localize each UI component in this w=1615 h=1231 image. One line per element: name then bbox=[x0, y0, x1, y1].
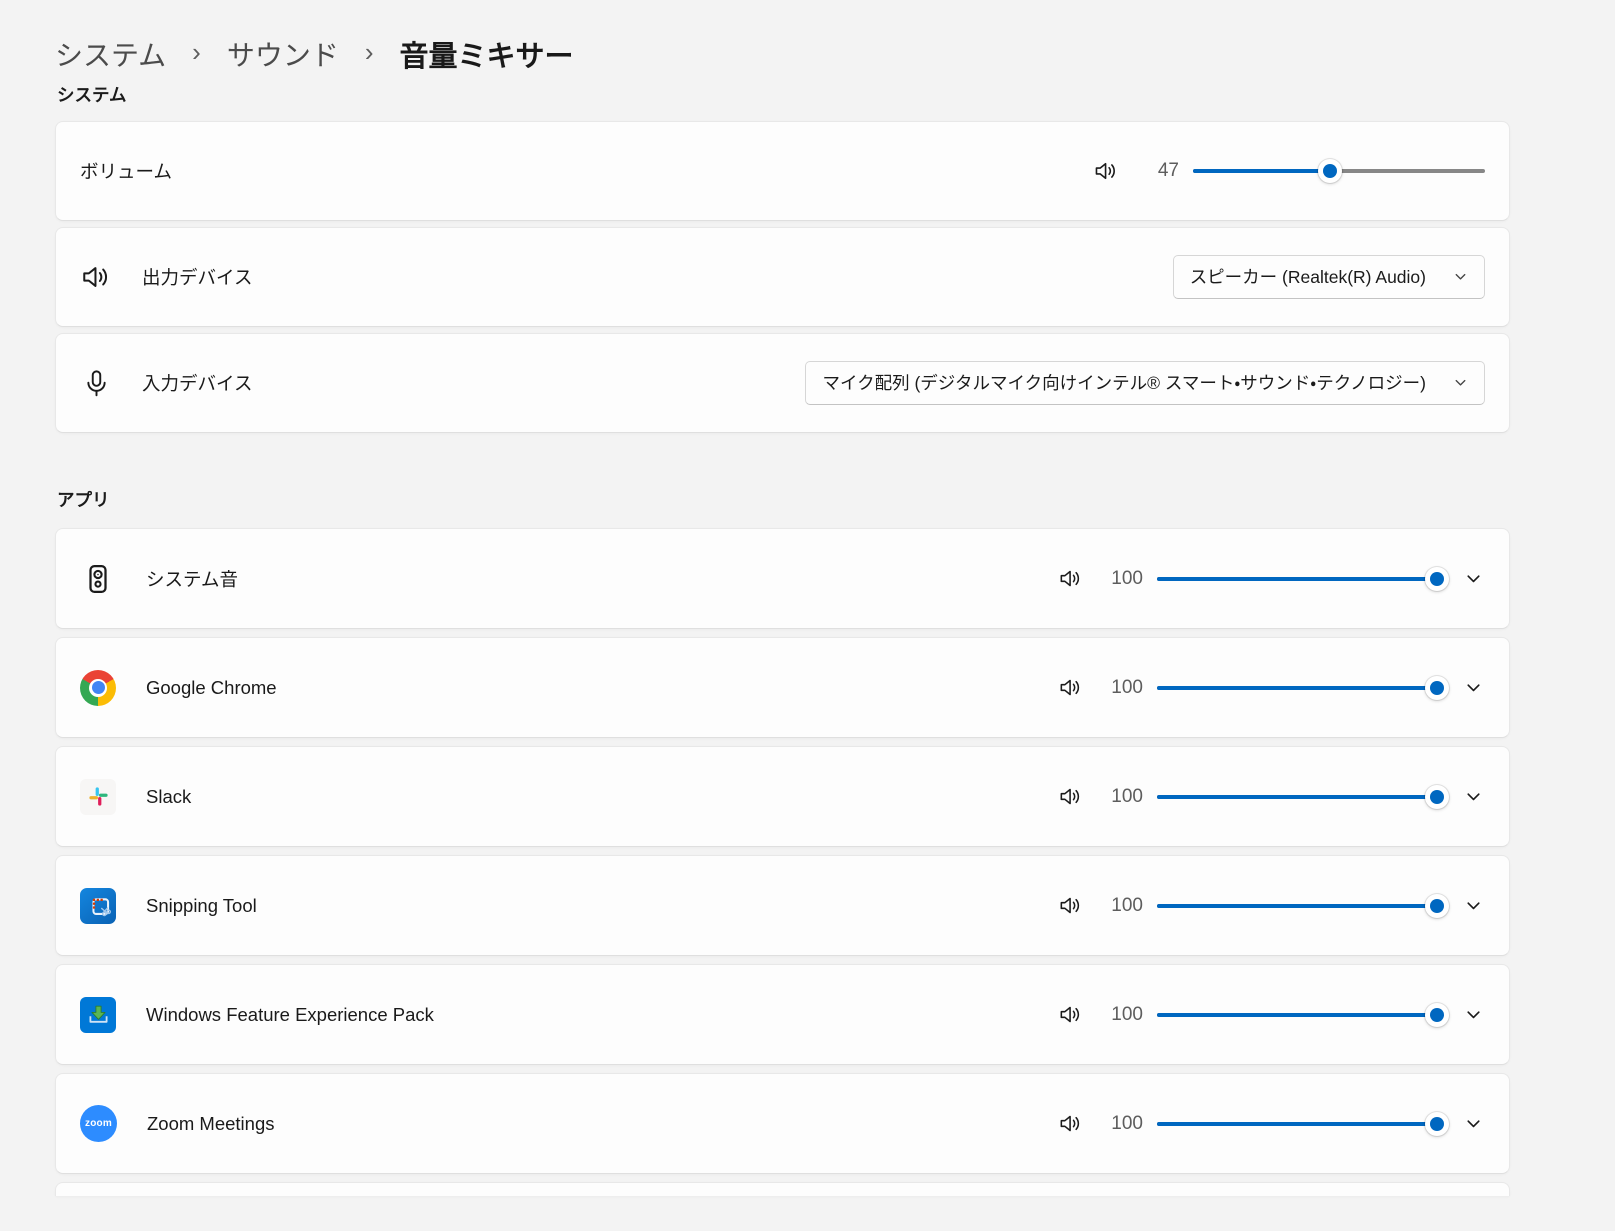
app-volume-value: 100 bbox=[1105, 677, 1143, 699]
slider-fill bbox=[1157, 795, 1437, 799]
volume-label: ボリューム bbox=[80, 158, 172, 184]
expand-chevron-down-icon[interactable] bbox=[1461, 676, 1485, 700]
speaker-icon[interactable] bbox=[1057, 1111, 1083, 1137]
app-name: Snipping Tool bbox=[146, 895, 257, 917]
speaker-icon[interactable] bbox=[1093, 158, 1119, 184]
settings-volume-mixer-page: システム › サウンド › 音量ミキサー システム ボリューム 47 bbox=[55, 0, 1510, 1196]
section-title-system: システム bbox=[57, 82, 1510, 107]
zoom-logo-text: zoom bbox=[85, 1118, 112, 1129]
system-volume-card: ボリューム 47 bbox=[55, 121, 1510, 221]
expand-chevron-down-icon[interactable] bbox=[1461, 894, 1485, 918]
app-name: Windows Feature Experience Pack bbox=[146, 1004, 434, 1026]
slider-fill bbox=[1157, 686, 1437, 690]
input-device-dropdown[interactable]: マイク配列 (デジタルマイク向けインテル® スマート・サウンド・テクノロジー) bbox=[805, 361, 1485, 405]
system-sounds-icon bbox=[80, 561, 116, 597]
app-volume-slider[interactable] bbox=[1157, 673, 1437, 703]
app-name: Google Chrome bbox=[146, 677, 277, 699]
system-volume-slider[interactable] bbox=[1193, 156, 1485, 186]
app-name: システム音 bbox=[146, 566, 238, 592]
slider-thumb[interactable] bbox=[1425, 1112, 1449, 1136]
breadcrumb-system[interactable]: システム bbox=[55, 34, 166, 74]
app-row-zoom-meetings: zoom Zoom Meetings 100 bbox=[55, 1073, 1510, 1174]
speaker-icon[interactable] bbox=[1057, 1002, 1083, 1028]
speaker-icon[interactable] bbox=[1057, 566, 1083, 592]
slider-thumb[interactable] bbox=[1425, 567, 1449, 591]
expand-chevron-down-icon[interactable] bbox=[1461, 785, 1485, 809]
slider-fill bbox=[1193, 169, 1330, 173]
chevron-down-icon bbox=[1452, 374, 1469, 391]
volume-value: 47 bbox=[1141, 160, 1179, 182]
app-row-windows-feature-experience-pack: Windows Feature Experience Pack 100 bbox=[55, 964, 1510, 1065]
slider-thumb[interactable] bbox=[1318, 159, 1342, 183]
app-volume-value: 100 bbox=[1105, 895, 1143, 917]
slider-thumb[interactable] bbox=[1425, 1003, 1449, 1027]
expand-chevron-down-icon[interactable] bbox=[1461, 567, 1485, 591]
app-row-system-sounds: システム音 100 bbox=[55, 528, 1510, 629]
expand-chevron-down-icon[interactable] bbox=[1461, 1112, 1485, 1136]
output-device-card: 出力デバイス スピーカー (Realtek(R) Audio) bbox=[55, 227, 1510, 327]
output-device-label: 出力デバイス bbox=[142, 264, 252, 290]
breadcrumb-separator-icon: › bbox=[192, 37, 201, 68]
slider-fill bbox=[1157, 1122, 1437, 1126]
app-name: Zoom Meetings bbox=[147, 1113, 275, 1135]
chrome-icon bbox=[80, 670, 116, 706]
speaker-icon[interactable] bbox=[1057, 675, 1083, 701]
app-row-snipping-tool: Snipping Tool 100 bbox=[55, 855, 1510, 956]
zoom-meetings-icon: zoom bbox=[80, 1105, 117, 1142]
expand-chevron-down-icon[interactable] bbox=[1461, 1003, 1485, 1027]
windows-feature-experience-pack-icon bbox=[80, 997, 116, 1033]
app-volume-value: 100 bbox=[1105, 1004, 1143, 1026]
app-name: Slack bbox=[146, 786, 191, 808]
app-volume-slider[interactable] bbox=[1157, 1109, 1437, 1139]
snipping-tool-icon bbox=[80, 888, 116, 924]
breadcrumb-separator-icon: › bbox=[365, 37, 374, 68]
slider-thumb[interactable] bbox=[1425, 676, 1449, 700]
output-device-dropdown[interactable]: スピーカー (Realtek(R) Audio) bbox=[1173, 255, 1485, 299]
app-volume-slider[interactable] bbox=[1157, 1000, 1437, 1030]
slack-icon bbox=[80, 779, 116, 815]
section-title-apps: アプリ bbox=[57, 487, 1510, 512]
input-device-label: 入力デバイス bbox=[142, 370, 252, 396]
app-volume-slider[interactable] bbox=[1157, 564, 1437, 594]
app-volume-value: 100 bbox=[1105, 1113, 1143, 1135]
slider-thumb[interactable] bbox=[1425, 785, 1449, 809]
app-volume-slider[interactable] bbox=[1157, 782, 1437, 812]
slider-fill bbox=[1157, 1013, 1437, 1017]
speaker-icon[interactable] bbox=[1057, 784, 1083, 810]
speaker-icon[interactable] bbox=[1057, 893, 1083, 919]
output-device-selected: スピーカー (Realtek(R) Audio) bbox=[1190, 264, 1426, 289]
app-volume-slider[interactable] bbox=[1157, 891, 1437, 921]
slider-fill bbox=[1157, 904, 1437, 908]
input-device-selected: マイク配列 (デジタルマイク向けインテル® スマート・サウンド・テクノロジー) bbox=[822, 370, 1426, 395]
next-card-partial bbox=[55, 1182, 1510, 1196]
breadcrumb-sound[interactable]: サウンド bbox=[227, 34, 339, 74]
input-device-card: 入力デバイス マイク配列 (デジタルマイク向けインテル® スマート・サウンド・テ… bbox=[55, 333, 1510, 433]
microphone-icon bbox=[80, 367, 112, 399]
speaker-icon bbox=[80, 261, 112, 293]
slider-thumb[interactable] bbox=[1425, 894, 1449, 918]
app-row-slack: Slack 100 bbox=[55, 746, 1510, 847]
chevron-down-icon bbox=[1452, 268, 1469, 285]
slider-fill bbox=[1157, 577, 1437, 581]
app-volume-value: 100 bbox=[1105, 568, 1143, 590]
breadcrumb: システム › サウンド › 音量ミキサー bbox=[55, 0, 1510, 72]
app-row-google-chrome: Google Chrome 100 bbox=[55, 637, 1510, 738]
page-title: 音量ミキサー bbox=[400, 33, 574, 75]
app-volume-value: 100 bbox=[1105, 786, 1143, 808]
